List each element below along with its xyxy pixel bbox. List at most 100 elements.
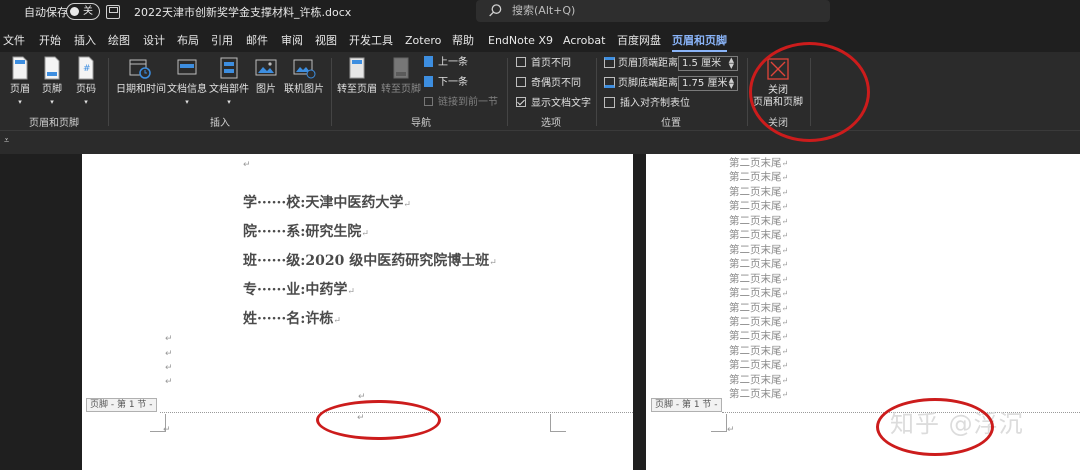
quick-access-bar: ⩡	[0, 130, 1080, 154]
doc-line-text: 班······级:2020 级中医药研究院博士班	[243, 253, 490, 269]
page-2-line[interactable]: 第二页末尾↵	[729, 170, 788, 185]
calendar-clock-icon	[129, 59, 151, 79]
page-2-line[interactable]: 第二页末尾↵	[729, 387, 788, 402]
menu-header-footer[interactable]: 页眉和页脚	[672, 32, 727, 52]
page-number-button[interactable]: # 页码 ▾	[72, 56, 100, 108]
paragraph-mark: ↵	[781, 260, 789, 270]
footer-distance-value: 1.75 厘米	[682, 78, 728, 89]
page-2-line[interactable]: 第二页末尾↵	[729, 373, 788, 388]
header-icon	[12, 56, 28, 80]
page-2-line[interactable]: 第二页末尾↵	[729, 358, 788, 373]
page-2-line[interactable]: 第二页末尾↵	[729, 243, 788, 258]
page-2-line[interactable]: 第二页末尾↵	[729, 228, 788, 243]
paragraph-mark: ↵	[781, 173, 789, 183]
header-button[interactable]: 页眉 ▾	[6, 56, 34, 108]
next-button[interactable]: 下一条	[424, 76, 468, 90]
footer-button[interactable]: 页脚 ▾	[38, 56, 66, 108]
autosave-state: 关	[83, 6, 93, 17]
menu-view[interactable]: 视图	[315, 32, 337, 50]
footer-section-tag: 页脚 - 第 1 节 -	[651, 398, 722, 412]
doc-parts-label: 文档部件	[209, 84, 249, 95]
autosave-toggle[interactable]: 关	[66, 3, 100, 20]
alignment-tab-icon	[604, 97, 615, 108]
header-distance-spinner[interactable]: 1.5 厘米 ▲ ▼	[678, 56, 738, 71]
doc-line-school[interactable]: 学······校:天津中医药大学↵	[243, 192, 411, 212]
menu-help[interactable]: 帮助	[452, 32, 474, 50]
menu-endnote[interactable]: EndNote X9	[488, 32, 553, 50]
paragraph-mark: ↵	[781, 332, 789, 342]
page-2-line-text: 第二页末尾	[729, 229, 782, 242]
annotation-ellipse-close-button	[749, 42, 870, 142]
menu-draw[interactable]: 绘图	[108, 32, 130, 50]
show-document-text-checkbox[interactable]: 显示文档文字	[516, 97, 591, 111]
menu-review[interactable]: 审阅	[281, 32, 303, 50]
previous-button[interactable]: 上一条	[424, 56, 468, 70]
different-first-page-checkbox[interactable]: 首页不同	[516, 57, 571, 71]
paragraph-mark: ↵	[165, 377, 173, 387]
footer-from-bottom-label: 页脚底端距离:	[618, 78, 682, 89]
goto-header-button[interactable]: 转至页眉	[336, 56, 378, 96]
page-2-line[interactable]: 第二页末尾↵	[729, 199, 788, 214]
page-2-line[interactable]: 第二页末尾↵	[729, 315, 788, 330]
menu-acrobat[interactable]: Acrobat	[563, 32, 605, 50]
menu-file[interactable]: 文件	[3, 32, 25, 50]
group-label-options: 选项	[541, 118, 561, 129]
page-2-line[interactable]: 第二页末尾↵	[729, 272, 788, 287]
online-picture-button[interactable]: 联机图片	[283, 56, 325, 96]
page-2-line[interactable]: 第二页末尾↵	[729, 257, 788, 272]
page-2-line[interactable]: 第二页末尾↵	[729, 214, 788, 229]
picture-button[interactable]: 图片	[252, 56, 280, 96]
menu-mailings[interactable]: 邮件	[246, 32, 268, 50]
menu-layout[interactable]: 布局	[177, 32, 199, 50]
doc-line-class[interactable]: 班······级:2020 级中医药研究院博士班↵	[243, 250, 497, 270]
header-position-icon	[604, 57, 615, 68]
link-to-previous-button[interactable]: 链接到前一节	[424, 96, 498, 110]
paragraph-mark: ↵	[403, 200, 411, 210]
insert-alignment-tab-label: 插入对齐制表位	[620, 98, 690, 109]
paragraph-mark: ↵	[361, 229, 369, 239]
footer-distance-spinner[interactable]: 1.75 厘米 ▲ ▼	[678, 76, 738, 91]
different-odd-even-checkbox[interactable]: 奇偶页不同	[516, 77, 581, 91]
annotation-ellipse-footer-page2	[876, 398, 994, 456]
page-2-line[interactable]: 第二页末尾↵	[729, 185, 788, 200]
paragraph-mark: ↵	[781, 159, 789, 168]
header-from-top-label: 页眉顶端距离:	[618, 58, 682, 69]
doc-line-text: 学······校:天津中医药大学	[243, 195, 404, 211]
document-info-icon	[177, 59, 197, 75]
menu-developer[interactable]: 开发工具	[349, 32, 393, 50]
menu-design[interactable]: 设计	[143, 32, 165, 50]
doc-line-department[interactable]: 院······系:研究生院↵	[243, 221, 369, 241]
page-2-line-text: 第二页末尾	[729, 200, 782, 213]
page-2-line[interactable]: 第二页末尾↵	[729, 301, 788, 316]
goto-footer-button[interactable]: 转至页脚	[380, 56, 422, 96]
menu-zotero[interactable]: Zotero	[405, 32, 441, 50]
date-time-button[interactable]: 日期和时间	[116, 56, 166, 96]
ribbon-separator	[596, 58, 597, 126]
save-icon[interactable]	[106, 5, 120, 19]
customize-chevron-icon[interactable]: ⩡	[4, 136, 9, 146]
menu-references[interactable]: 引用	[211, 32, 233, 50]
doc-line-name[interactable]: 姓······名:许栋↵	[243, 308, 341, 328]
page-2-line-text: 第二页末尾	[729, 258, 782, 271]
search-box[interactable]: 搜索(Alt+Q)	[476, 0, 830, 22]
page-2-line[interactable]: 第二页末尾↵	[729, 156, 788, 171]
page-2-line[interactable]: 第二页末尾↵	[729, 286, 788, 301]
link-icon	[424, 97, 433, 106]
title-bar: 自动保存 关 2022天津市创新奖学金支撑材料_许栋.docx 搜索(Alt+Q…	[0, 0, 1080, 26]
page-2-line-text: 第二页末尾	[729, 243, 782, 256]
footer-section-tag: 页脚 - 第 1 节 -	[86, 398, 157, 412]
page-2-line[interactable]: 第二页末尾↵	[729, 329, 788, 344]
menu-baidu-netdisk[interactable]: 百度网盘	[617, 32, 661, 50]
doc-line-major[interactable]: 专······业:中药学↵	[243, 279, 355, 299]
doc-info-button[interactable]: 文档信息 ▾	[167, 56, 207, 108]
chevron-down-icon: ▾	[84, 98, 88, 106]
menu-insert[interactable]: 插入	[74, 32, 96, 50]
doc-parts-button[interactable]: 文档部件 ▾	[209, 56, 249, 108]
page-number-label: 页码	[76, 84, 96, 95]
menu-home[interactable]: 开始	[39, 32, 61, 50]
insert-alignment-tab-button[interactable]: 插入对齐制表位	[604, 97, 690, 111]
next-label: 下一条	[438, 77, 468, 88]
paragraph-mark: ↵	[781, 202, 789, 212]
page-2-line[interactable]: 第二页末尾↵	[729, 344, 788, 359]
link-to-previous-label: 链接到前一节	[438, 97, 498, 108]
